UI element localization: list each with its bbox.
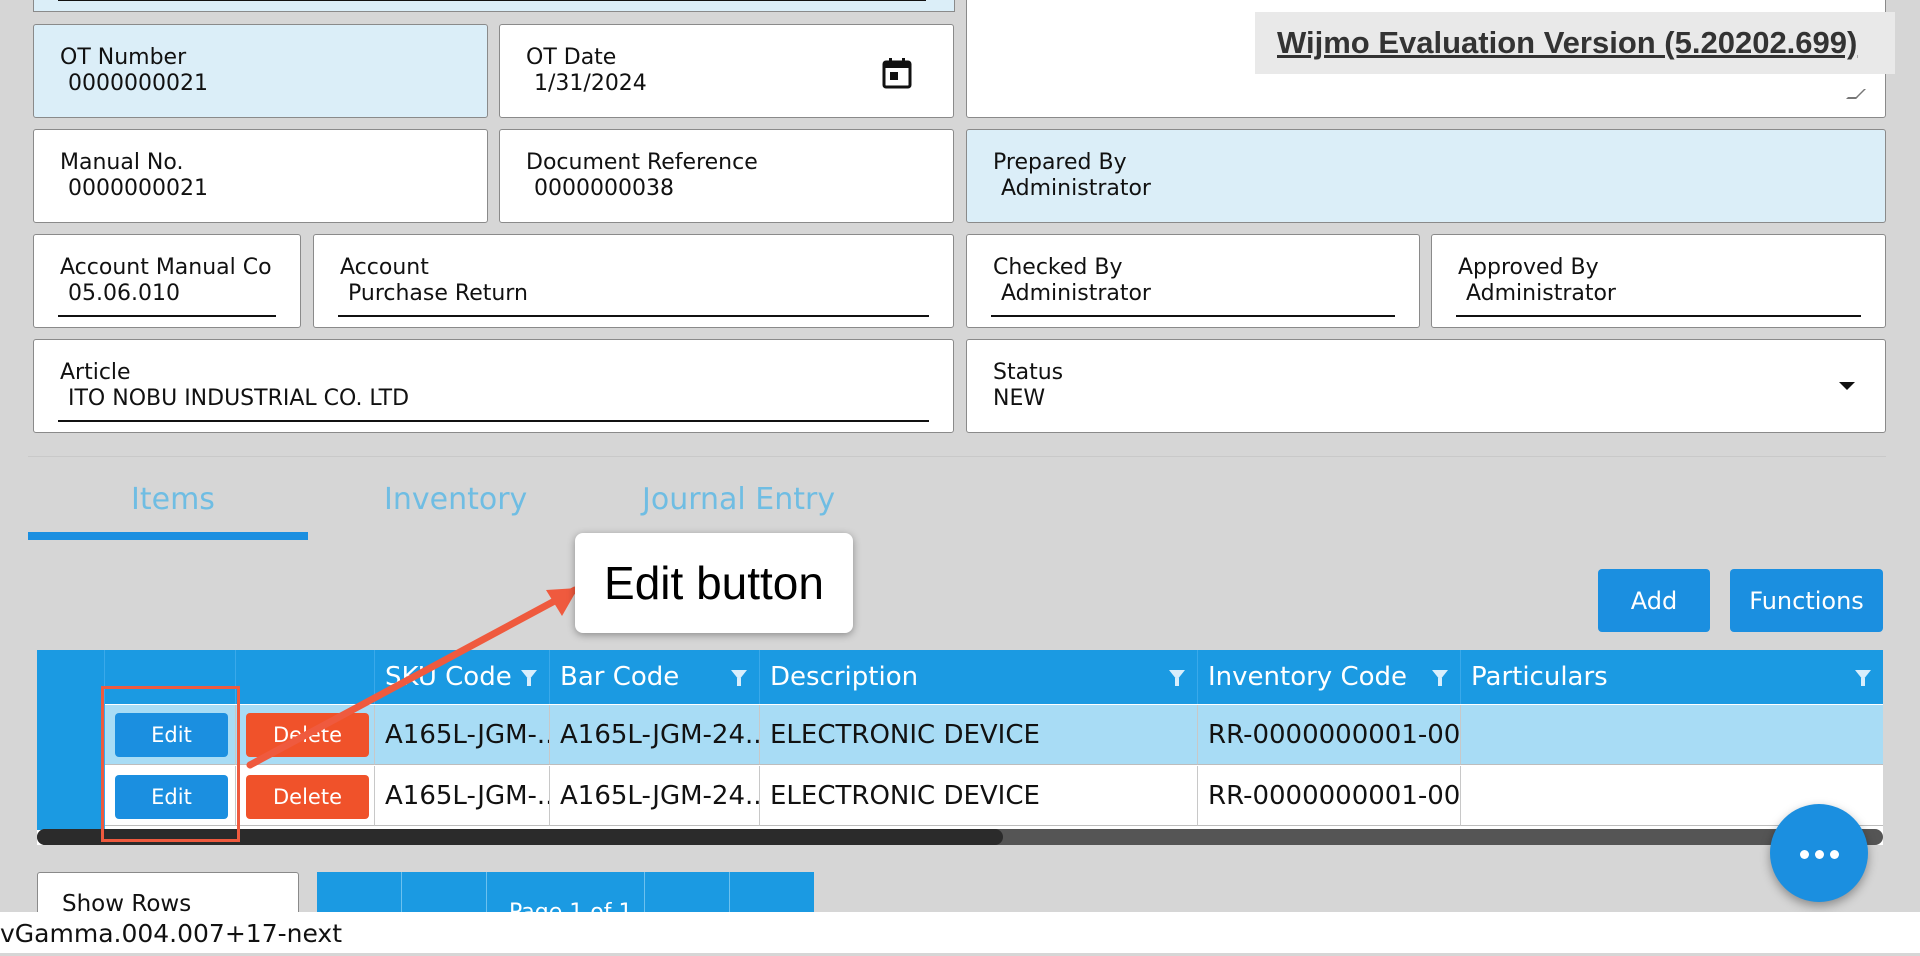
filter-icon[interactable] — [1432, 670, 1448, 686]
approved-by-field[interactable]: Approved By Administrator — [1431, 234, 1886, 328]
account-field[interactable]: Account Purchase Return — [313, 234, 954, 328]
field-label: OT Date — [526, 45, 617, 70]
resize-handle-icon[interactable] — [1846, 89, 1866, 99]
field-label: Account — [340, 255, 429, 280]
column-header-inventory-code[interactable]: Inventory Code — [1198, 650, 1461, 704]
tab-journal-entry[interactable]: Journal Entry — [642, 482, 835, 517]
field-value[interactable]: 0000000021 — [68, 176, 208, 201]
underline — [991, 315, 1395, 317]
document-reference-field[interactable]: Document Reference 0000000038 — [499, 129, 954, 223]
more-icon — [1815, 850, 1824, 859]
inventory-code-cell[interactable]: RR-0000000001-000... — [1198, 705, 1461, 765]
ot-number-field: OT Number 0000000021 — [33, 24, 488, 118]
sku-code-cell[interactable]: A165L-JGM-... — [375, 766, 550, 826]
field-label: Status — [993, 360, 1064, 385]
column-header-label: Inventory Code — [1208, 662, 1408, 692]
filter-icon[interactable] — [1855, 670, 1871, 686]
inventory-code-cell[interactable]: RR-0000000001-000... — [1198, 766, 1461, 826]
filter-icon[interactable] — [731, 670, 747, 686]
column-header-particulars[interactable]: Particulars — [1461, 650, 1883, 704]
field-label: Account Manual Co — [60, 255, 272, 280]
highlight-box — [101, 686, 240, 842]
column-header-description[interactable]: Description — [760, 650, 1198, 704]
wijmo-watermark: Wijmo Evaluation Version (5.20202.699) — [1255, 12, 1895, 74]
field-value[interactable]: Administrator — [1001, 281, 1151, 306]
checked-by-field[interactable]: Checked By Administrator — [966, 234, 1420, 328]
bar-code-cell[interactable]: A165L-JGM-24... — [550, 766, 760, 826]
description-cell[interactable]: ELECTRONIC DEVICE — [760, 766, 1198, 826]
underline — [58, 420, 929, 422]
manual-no-field[interactable]: Manual No. 0000000021 — [33, 129, 488, 223]
field-value[interactable]: NEW — [993, 386, 1045, 411]
field-label: Prepared By — [993, 150, 1127, 175]
field-label: Article — [60, 360, 131, 385]
ot-date-field[interactable]: OT Date 1/31/2024 — [499, 24, 954, 118]
status-select[interactable]: Status NEW — [966, 339, 1886, 433]
field-label: Manual No. — [60, 150, 184, 175]
particulars-cell[interactable] — [1461, 705, 1883, 765]
underline — [58, 0, 926, 1]
field-label: Checked By — [993, 255, 1123, 280]
field-label: OT Number — [60, 45, 187, 70]
top-field-remnant — [33, 0, 955, 12]
row-header-col — [37, 650, 105, 830]
horizontal-scrollbar[interactable] — [37, 829, 1883, 845]
field-label: Document Reference — [526, 150, 758, 175]
article-field[interactable]: Article ITO NOBU INDUSTRIAL CO. LTD — [33, 339, 954, 433]
field-value: Administrator — [1001, 176, 1151, 201]
field-value[interactable]: ITO NOBU INDUSTRIAL CO. LTD — [68, 386, 409, 411]
more-icon — [1800, 850, 1809, 859]
field-value[interactable]: Purchase Return — [348, 281, 528, 306]
more-actions-button[interactable] — [1770, 804, 1868, 902]
more-icon — [1830, 850, 1839, 859]
active-tab-indicator — [28, 532, 308, 540]
caret-down-icon[interactable] — [1839, 382, 1855, 390]
tab-inventory[interactable]: Inventory — [384, 482, 527, 517]
field-value[interactable]: Administrator — [1466, 281, 1616, 306]
calendar-icon[interactable] — [882, 57, 912, 89]
tab-bar-divider — [28, 456, 1886, 457]
annotation-arrow — [246, 586, 579, 769]
account-manual-code-field[interactable]: Account Manual Co 05.06.010 — [33, 234, 301, 328]
field-label: Approved By — [1458, 255, 1599, 280]
field-value[interactable]: 0000000038 — [534, 176, 674, 201]
description-cell[interactable]: ELECTRONIC DEVICE — [760, 705, 1198, 765]
field-value: 0000000021 — [68, 71, 208, 96]
functions-button[interactable]: Functions — [1730, 569, 1883, 632]
add-button[interactable]: Add — [1598, 569, 1710, 632]
prepared-by-field: Prepared By Administrator — [966, 129, 1886, 223]
version-footer: vGamma.004.007+17-next — [0, 912, 1920, 953]
underline — [338, 315, 929, 317]
underline — [58, 315, 276, 317]
field-value[interactable]: 05.06.010 — [68, 281, 180, 306]
column-header-label: Particulars — [1471, 662, 1608, 692]
delete-button[interactable]: Delete — [246, 775, 369, 819]
filter-icon[interactable] — [1169, 670, 1185, 686]
field-value[interactable]: 1/31/2024 — [534, 71, 647, 96]
annotation-callout: Edit button — [575, 533, 853, 633]
column-header-label: Description — [770, 662, 919, 692]
underline — [1456, 315, 1861, 317]
tab-items[interactable]: Items — [131, 482, 215, 517]
